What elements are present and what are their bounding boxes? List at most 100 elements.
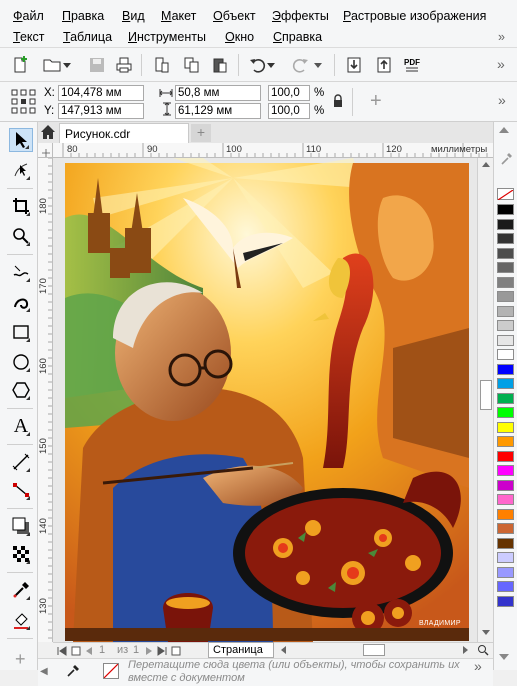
color-swatch[interactable] [497, 421, 514, 433]
menu-window[interactable]: Окно [225, 29, 254, 45]
next-page-icon[interactable] [145, 645, 153, 659]
shape-tool-icon[interactable] [9, 158, 33, 182]
menu-text[interactable]: Текст [13, 29, 44, 45]
color-swatch[interactable] [497, 581, 514, 592]
color-swatch[interactable] [497, 595, 514, 607]
publish-pdf-icon[interactable]: PDF [400, 53, 424, 77]
previous-page-icon[interactable] [85, 645, 93, 659]
color-swatch[interactable] [497, 233, 514, 244]
menu-layout[interactable]: Макет [161, 8, 196, 24]
doc-palette-eyedropper-icon[interactable] [66, 664, 80, 681]
color-swatch[interactable] [497, 334, 514, 346]
redo-dropdown-icon[interactable] [312, 53, 324, 77]
toolbar-overflow[interactable]: » [497, 56, 505, 72]
menu-effects[interactable]: Эффекты [272, 8, 329, 24]
no-color-swatch[interactable] [497, 188, 514, 201]
color-swatch[interactable] [497, 363, 514, 375]
color-swatch[interactable] [497, 537, 514, 549]
color-swatch[interactable] [497, 523, 514, 534]
color-swatch[interactable] [497, 305, 514, 317]
lock-ratio-icon[interactable] [333, 94, 343, 111]
palette-scroll-up-icon[interactable] [499, 127, 509, 133]
text-tool-icon[interactable]: A [9, 414, 33, 438]
scroll-down-icon[interactable] [482, 630, 490, 635]
paste-icon[interactable] [208, 53, 232, 77]
color-swatch[interactable] [497, 465, 514, 476]
rectangle-tool-icon[interactable] [9, 320, 33, 344]
color-swatch[interactable] [497, 349, 514, 360]
scale-x-field[interactable]: 100,0 [268, 85, 310, 101]
palette-scroll-down-icon[interactable] [499, 654, 509, 660]
x-position-field[interactable]: 104,478 мм [58, 85, 144, 101]
export-icon[interactable] [372, 53, 396, 77]
add-preset-icon[interactable]: + [370, 91, 382, 111]
doc-palette-menu-icon[interactable]: ◀ [40, 666, 48, 677]
horizontal-ruler[interactable]: 80 90 100 110 120 миллиметры [53, 143, 493, 158]
hscroll-left-icon[interactable] [281, 646, 286, 654]
eyedropper-tool-icon[interactable] [9, 578, 33, 602]
color-swatch[interactable] [497, 204, 514, 215]
menu-edit[interactable]: Правка [62, 8, 104, 24]
zoom-navigator-icon[interactable] [477, 644, 489, 659]
color-swatch[interactable] [497, 247, 514, 259]
color-swatch[interactable] [497, 436, 514, 447]
zoom-tool-icon[interactable] [9, 224, 33, 248]
color-swatch[interactable] [497, 450, 514, 462]
parallel-dimension-tool-icon[interactable] [9, 450, 33, 474]
color-swatch[interactable] [497, 218, 514, 230]
transparency-tool-icon[interactable] [9, 542, 33, 566]
new-tab-button[interactable]: + [191, 124, 211, 142]
color-swatch[interactable] [497, 320, 514, 331]
pick-tool-icon[interactable] [9, 128, 33, 152]
tab-document[interactable]: Рисунок.cdr [59, 123, 189, 143]
menu-help[interactable]: Справка [273, 29, 322, 45]
ruler-origin[interactable] [38, 143, 53, 158]
color-swatch[interactable] [497, 291, 514, 302]
width-field[interactable]: 50,8 мм [175, 85, 261, 101]
vertical-ruler[interactable]: 180 170 160 150 140 130 [38, 158, 53, 642]
redo-icon[interactable] [288, 53, 312, 77]
scroll-up-icon[interactable] [482, 162, 490, 167]
color-swatch[interactable] [497, 407, 514, 418]
add-page-after-icon[interactable] [171, 645, 181, 659]
illustration-artwork[interactable] [53, 158, 477, 642]
horizontal-scroll-thumb[interactable] [363, 644, 385, 656]
menu-tools[interactable]: Инструменты [128, 29, 206, 45]
copy-icon[interactable] [180, 53, 204, 77]
color-swatch[interactable] [497, 494, 514, 505]
new-document-icon[interactable] [8, 53, 32, 77]
first-page-icon[interactable] [57, 645, 67, 659]
drop-shadow-tool-icon[interactable] [9, 514, 33, 538]
last-page-icon[interactable] [157, 645, 167, 659]
home-tab-icon[interactable] [40, 124, 56, 141]
menu-table[interactable]: Таблица [63, 29, 112, 45]
print-icon[interactable] [112, 53, 136, 77]
color-swatch[interactable] [497, 508, 514, 520]
menu-file[interactable]: Файл [13, 8, 44, 24]
freehand-tool-icon[interactable] [9, 260, 33, 284]
interactive-fill-tool-icon[interactable] [9, 608, 33, 632]
color-swatch[interactable] [497, 276, 514, 288]
color-swatch[interactable] [497, 479, 514, 491]
hscroll-right-icon[interactable] [463, 646, 468, 654]
color-swatch[interactable] [497, 378, 514, 389]
drawing-canvas[interactable]: ВЛАДИМИР [53, 158, 477, 642]
open-recent-dropdown-icon[interactable] [60, 53, 74, 77]
height-field[interactable]: 61,129 мм [175, 103, 261, 119]
scale-y-field[interactable]: 100,0 [268, 103, 310, 119]
page-tab[interactable]: Страница [208, 642, 274, 658]
color-swatch[interactable] [497, 262, 514, 273]
color-swatch[interactable] [497, 566, 514, 578]
connector-tool-icon[interactable] [9, 478, 33, 502]
color-swatch[interactable] [497, 552, 514, 563]
doc-palette-no-color-swatch[interactable] [103, 663, 119, 679]
vertical-scroll-thumb[interactable] [480, 380, 492, 410]
artistic-media-tool-icon[interactable] [9, 290, 33, 314]
undo-dropdown-icon[interactable] [265, 53, 277, 77]
menu-view[interactable]: Вид [122, 8, 145, 24]
import-icon[interactable] [342, 53, 366, 77]
customize-toolbox-icon[interactable]: + [15, 650, 26, 668]
ellipse-tool-icon[interactable] [9, 350, 33, 374]
y-position-field[interactable]: 147,913 мм [58, 103, 144, 119]
save-icon[interactable] [85, 53, 109, 77]
